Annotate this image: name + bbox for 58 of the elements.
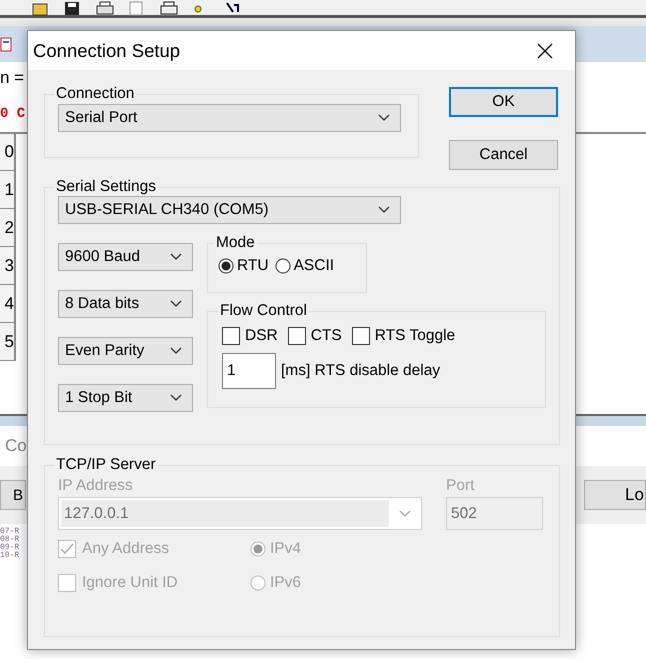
field-label: Port	[446, 477, 476, 495]
checkbox[interactable]	[288, 327, 306, 345]
printer-icon[interactable]	[96, 0, 114, 16]
dialog-button[interactable]: OK	[449, 87, 558, 117]
group-label: Connection	[55, 86, 136, 102]
option-label: ASCII	[294, 257, 334, 275]
row-number: 4	[0, 285, 16, 323]
option-label: RTU	[237, 257, 269, 275]
option-label: IPv6	[270, 574, 302, 592]
chevron-down-icon	[378, 114, 390, 122]
row-number: 0	[0, 134, 16, 171]
close-icon[interactable]	[537, 42, 553, 58]
document-icon	[0, 35, 12, 53]
printer-icon[interactable]	[160, 0, 178, 16]
option-label: IPv4	[270, 540, 302, 558]
log-line: 07-R	[0, 527, 20, 536]
dialog-title: Connection Setup	[33, 40, 180, 62]
delay-input[interactable]: 1	[222, 353, 276, 389]
field-label: IP Address	[58, 477, 134, 495]
dialog-button[interactable]: Cancel	[449, 140, 558, 170]
setting-dropdown[interactable]: 1 Stop Bit	[58, 384, 193, 412]
group-label: Mode	[215, 235, 256, 251]
field-label: [ms] RTS disable delay	[281, 362, 440, 380]
setting-dropdown[interactable]: 9600 Baud	[58, 243, 193, 271]
log-line: 08-R	[0, 535, 20, 544]
group-label: Flow Control	[219, 303, 308, 319]
row-number: 1	[0, 171, 16, 209]
chevron-down-icon	[170, 394, 182, 402]
option-label: Ignore Unit ID	[82, 574, 178, 592]
connection-dropdown[interactable]: Serial Port	[58, 104, 401, 132]
toolbar-button[interactable]: B	[0, 480, 26, 510]
chevron-down-icon	[399, 510, 411, 518]
group-label: Serial Settings	[55, 179, 157, 195]
chevron-down-icon	[170, 253, 182, 261]
log-line: 10-R	[0, 551, 20, 560]
panel-label: Co	[5, 436, 27, 456]
radio-button[interactable]	[218, 258, 234, 274]
row-number: 5	[0, 323, 16, 361]
row-number: 3	[0, 247, 16, 285]
group-label: TCP/IP Server	[55, 457, 157, 473]
option-label: Any Address	[82, 540, 170, 558]
chevron-down-icon	[170, 347, 182, 355]
row-number: 2	[0, 209, 16, 247]
chevron-down-icon	[170, 300, 182, 308]
output-line: n =	[0, 68, 24, 87]
option-label: DSR	[245, 327, 278, 345]
setting-dropdown[interactable]: Even Parity	[58, 337, 193, 365]
log-button[interactable]: Lo	[584, 480, 646, 510]
port-dropdown[interactable]: USB-SERIAL CH340 (COM5)	[58, 196, 401, 224]
radio-button[interactable]	[274, 258, 291, 274]
setting-dropdown[interactable]: 8 Data bits	[58, 290, 193, 318]
option-label: CTS	[310, 327, 342, 345]
chevron-down-icon	[378, 206, 390, 214]
option-label: RTS Toggle	[374, 327, 456, 345]
log-line: 09-R	[0, 543, 20, 552]
checkbox[interactable]	[222, 327, 240, 345]
checkbox[interactable]	[352, 327, 370, 345]
output-line: 0 C	[0, 106, 26, 122]
